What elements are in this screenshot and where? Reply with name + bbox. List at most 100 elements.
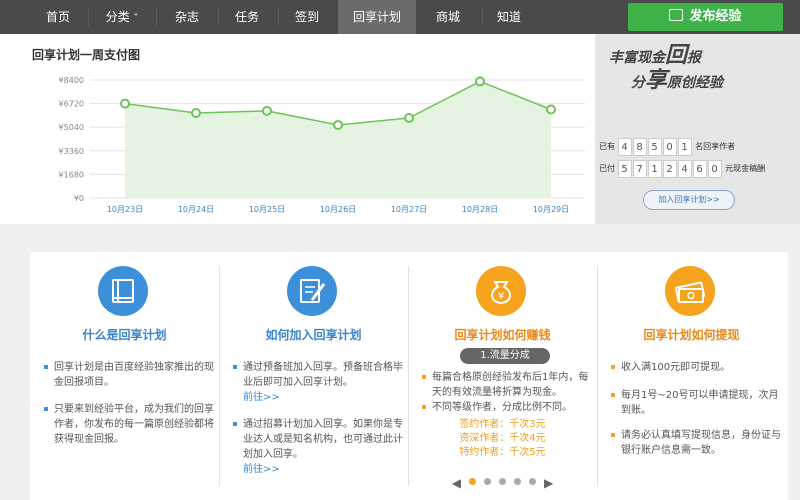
data-point — [191, 108, 201, 119]
carousel-dot[interactable] — [514, 478, 521, 485]
publish-button[interactable]: 发布经验 — [628, 3, 783, 31]
x-tick-label: 10月24日 — [178, 205, 214, 214]
data-point — [333, 119, 343, 130]
tier-rate: 资深作者：千次4元 — [459, 433, 546, 444]
svg-text:¥: ¥ — [498, 291, 504, 302]
data-point — [546, 104, 556, 115]
slogan-part: 丰富现金 — [609, 50, 665, 66]
nav-separator — [218, 8, 219, 26]
counter-suffix: 名回享作者 — [695, 142, 736, 151]
cash-icon — [665, 266, 715, 316]
y-tick-label: ¥6720 — [59, 100, 84, 109]
nav-tasks[interactable]: 任务 — [222, 0, 272, 34]
chart-title: 回享计划一周支付图 — [32, 48, 141, 62]
card-how-withdraw: 回享计划如何提现 收入满100元即可提现。 每月1号~20号可以申请提现，次月到… — [597, 252, 786, 500]
area-fill — [125, 81, 551, 198]
nav-checkin[interactable]: 签到 — [280, 0, 334, 34]
go-link[interactable]: 前往>> — [243, 390, 403, 405]
nav-magazine[interactable]: 杂志 — [162, 0, 212, 34]
slogan-line2: 分享原创经验 — [631, 69, 723, 94]
payment-chart-panel: ¥8400 ¥6720 ¥5040 ¥3360 ¥1680 ¥0 10月23日 10月24日 1… — [0, 34, 595, 224]
x-tick-label: 10月29日 — [533, 205, 569, 214]
card-paragraph: 收入满100元即可提现。 — [609, 360, 781, 375]
counter-digit: 1 — [647, 160, 662, 178]
slogan-part: 报 — [687, 50, 702, 66]
edit-icon — [669, 9, 684, 21]
top-nav: 首页 分类 ˅ 杂志 任务 签到 回享计划 商城 知道 发布经验 — [0, 0, 800, 34]
carousel-prev-arrow[interactable]: ◀ — [452, 476, 461, 490]
y-tick-label: ¥1680 — [59, 170, 84, 179]
carousel-pager: ◀ ▶ — [408, 476, 597, 490]
nav-mall[interactable]: 商城 — [420, 0, 476, 34]
card-paragraph: 不同等级作者，分成比例不同。 — [420, 400, 592, 415]
nav-separator — [88, 8, 89, 26]
nav-zhidao[interactable]: 知道 — [484, 0, 534, 34]
data-point — [120, 98, 130, 109]
card-how-join: 如何加入回享计划 通过预备班加入回享。预备班合格毕业后即可加入回享计划。 前往>>… — [219, 252, 408, 500]
paragraph-text: 通过招募计划加入回享。如果你是专业达人或是知名机构，也可通过此计划加入回享。 — [243, 419, 403, 460]
carousel-dot[interactable] — [499, 478, 506, 485]
edit-document-icon — [287, 266, 337, 316]
counter-digit: 0 — [707, 160, 722, 178]
counter-digits: 48501 — [617, 138, 693, 156]
revenue-share-badge: 1.流量分成 — [460, 348, 550, 364]
join-huixiang-button[interactable]: 加入回享计划>> — [643, 190, 735, 210]
data-point — [404, 112, 414, 123]
y-tick-label: ¥8400 — [59, 76, 84, 85]
go-link[interactable]: 前往>> — [243, 462, 403, 477]
nav-home[interactable]: 首页 — [30, 0, 86, 34]
carousel-dot[interactable] — [469, 478, 476, 485]
x-tick-label: 10月27日 — [391, 205, 427, 214]
carousel-dot[interactable] — [529, 478, 536, 485]
counter-suffix: 元现金稿酬 — [725, 164, 766, 173]
card-paragraph: 通过预备班加入回享。预备班合格毕业后即可加入回享计划。 前往>> — [231, 360, 403, 405]
nav-huixiang[interactable]: 回享计划 — [338, 0, 416, 34]
nav-category-label: 分类 — [105, 10, 130, 24]
promo-panel: 丰富现金回报 分享原创经验 已有 48501 名回享作者 已付 5712460 … — [595, 34, 800, 224]
card-title: 回享计划如何赚钱 — [454, 328, 551, 342]
counter-digit: 8 — [632, 138, 647, 156]
carousel-dot[interactable] — [484, 478, 491, 485]
card-paragraph: 回享计划是由百度经验独家推出的现金回报项目。 — [42, 360, 214, 390]
counter-digit: 4 — [677, 160, 692, 178]
card-paragraph: 只要来到经验平台，成为我们的回享作者，你发布的每一篇原创经验都将获得现金回报。 — [42, 402, 214, 447]
x-tick-label: 10月23日 — [107, 205, 143, 214]
card-title: 什么是回享计划 — [82, 328, 167, 342]
counter-prefix: 已付 — [599, 164, 615, 173]
nav-category[interactable]: 分类 ˅ — [92, 0, 152, 34]
data-point — [475, 76, 485, 87]
counter-digit: 1 — [677, 138, 692, 156]
counter-digit: 7 — [632, 160, 647, 178]
counter-prefix: 已有 — [599, 142, 615, 151]
nav-separator — [278, 8, 279, 26]
slogan-part: 原创经验 — [667, 75, 724, 91]
tier-rate: 特约作者：千次5元 — [459, 447, 546, 458]
counter-digit: 5 — [617, 160, 632, 178]
nav-separator — [156, 8, 157, 26]
chevron-down-icon: ˅ — [133, 13, 139, 24]
card-how-earn: ¥ 回享计划如何赚钱 1.流量分成 每篇合格原创经验发布后1年内，每天的有效流量… — [408, 252, 597, 500]
slogan-part: 分 — [631, 75, 645, 91]
card-paragraph: 每月1号~20号可以申请提现，次月到账。 — [609, 388, 781, 418]
counter-digit: 4 — [617, 138, 632, 156]
y-tick-label: ¥5040 — [59, 123, 84, 132]
carousel-next-arrow[interactable]: ▶ — [544, 476, 553, 490]
card-paragraph: 请务必认真填写提现信息，身份证与银行账户信息需一致。 — [609, 428, 781, 458]
card-paragraph: 通过招募计划加入回享。如果你是专业达人或是知名机构，也可通过此计划加入回享。前往… — [231, 417, 403, 477]
nav-separator — [482, 8, 483, 26]
counter-digits: 5712460 — [617, 160, 723, 178]
payout-counter: 已付 5712460 元现金稿酬 — [599, 160, 765, 178]
y-tick-label: ¥3360 — [59, 147, 84, 156]
slogan-big: 享 — [645, 67, 668, 93]
slogan-big: 回 — [665, 42, 688, 68]
author-counter: 已有 48501 名回享作者 — [599, 138, 735, 156]
counter-digit: 0 — [662, 138, 677, 156]
card-title: 回享计划如何提现 — [643, 328, 740, 342]
data-point — [262, 105, 272, 116]
counter-digit: 6 — [692, 160, 707, 178]
info-cards: 什么是回享计划 回享计划是由百度经验独家推出的现金回报项目。 只要来到经验平台，… — [30, 252, 788, 500]
y-tick-label: ¥0 — [74, 194, 84, 203]
money-bag-icon: ¥ — [476, 266, 526, 316]
card-title: 如何加入回享计划 — [265, 328, 362, 342]
x-tick-label: 10月26日 — [320, 205, 356, 214]
